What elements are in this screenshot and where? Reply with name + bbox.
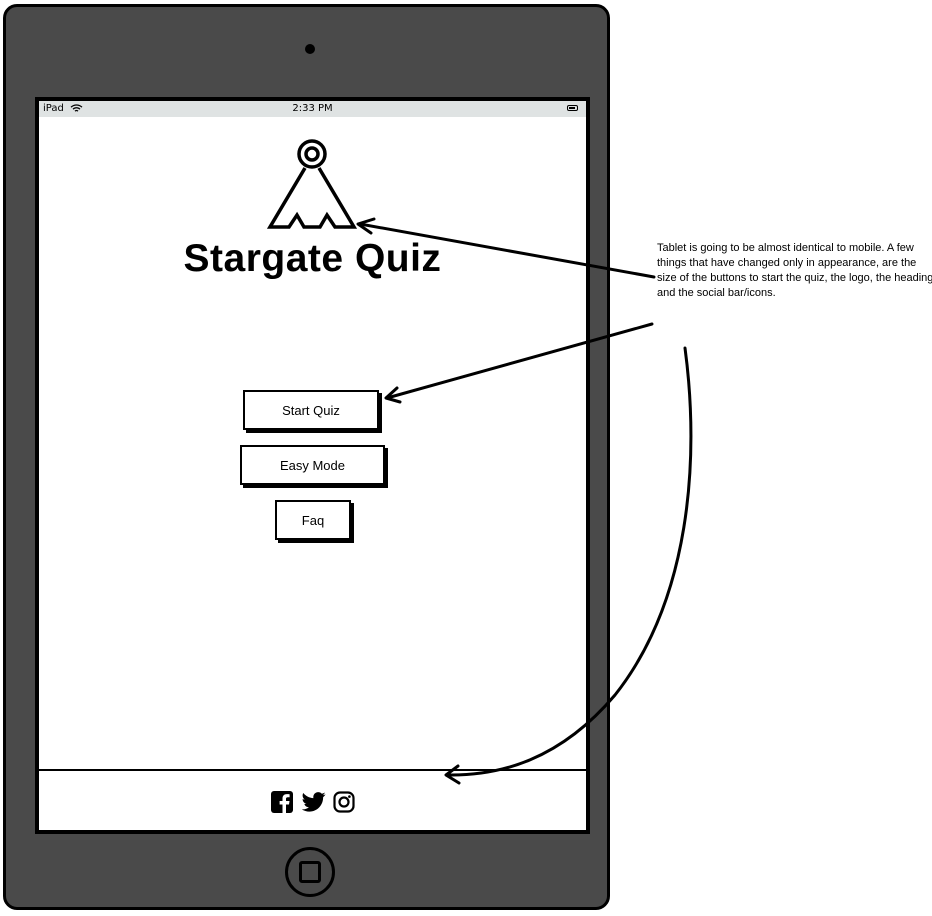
battery-icon [567, 105, 578, 111]
status-bar: iPad 2:33 PM [39, 101, 586, 117]
camera-icon [305, 44, 315, 54]
facebook-icon[interactable] [270, 791, 293, 813]
home-button[interactable] [285, 847, 335, 897]
faq-button[interactable]: Faq [275, 500, 351, 540]
annotation-note: Tablet is going to be almost identical t… [657, 242, 932, 299]
instagram-icon[interactable] [332, 791, 355, 813]
start-quiz-button[interactable]: Start Quiz [243, 390, 379, 430]
social-footer-bar [39, 769, 586, 830]
easy-mode-button[interactable]: Easy Mode [240, 445, 385, 485]
twitter-icon[interactable] [301, 791, 326, 813]
status-time: 2:33 PM [292, 103, 333, 114]
tablet-screen: iPad 2:33 PM Stargate Quiz Start Quiz Ea… [35, 97, 590, 834]
tablet-frame: iPad 2:33 PM Stargate Quiz Start Quiz Ea… [3, 4, 610, 910]
page-title: Stargate Quiz [183, 237, 442, 280]
social-icons [39, 791, 586, 813]
stargate-logo-icon [267, 139, 357, 229]
home-square-icon [299, 861, 321, 883]
